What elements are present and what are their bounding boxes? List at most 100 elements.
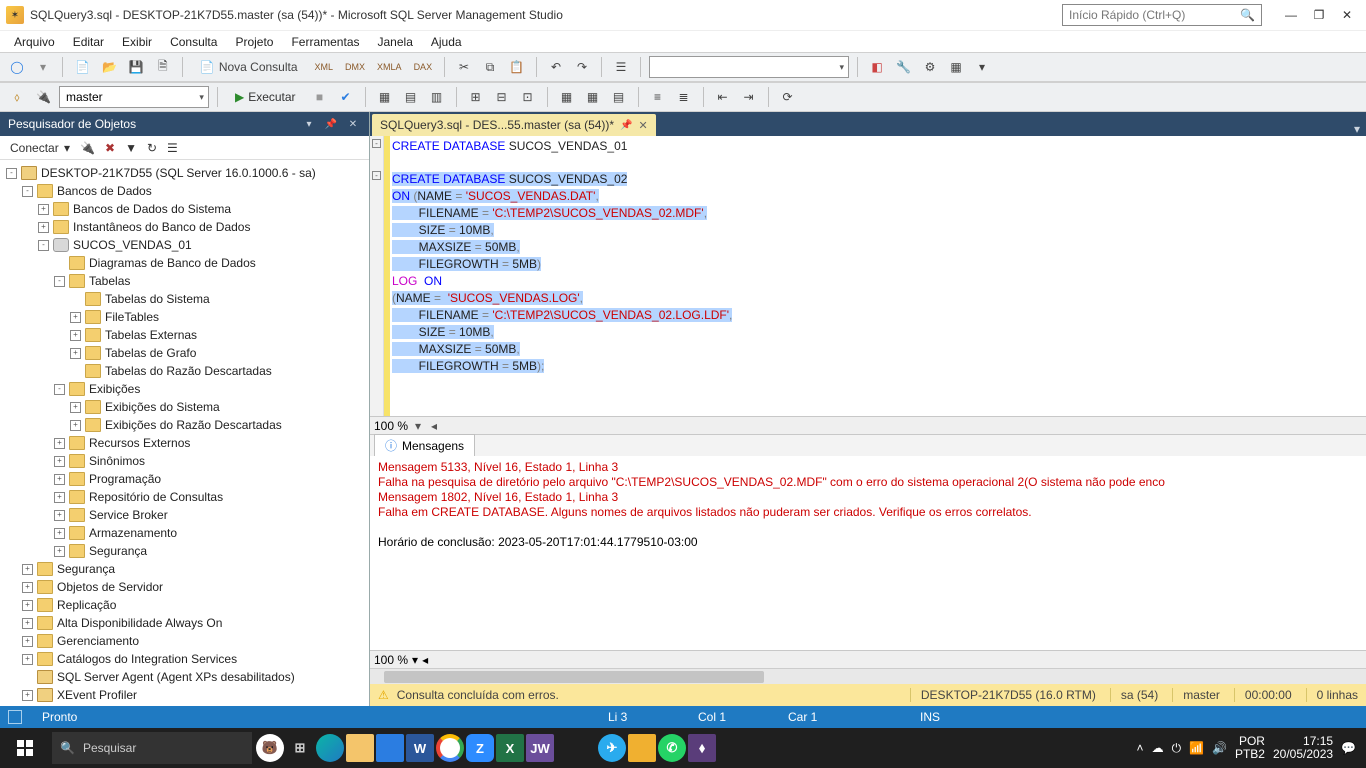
expand-icon[interactable]: -	[22, 186, 33, 197]
change-connection-icon[interactable]: 🔌	[32, 86, 55, 108]
tab-left-icon[interactable]: ⇤	[712, 86, 734, 108]
save-all-icon[interactable]: 🗎	[152, 56, 174, 78]
panel-close-icon[interactable]: ✕	[345, 119, 361, 130]
results-grid-icon[interactable]: ⊞	[465, 86, 487, 108]
chrome-icon[interactable]	[436, 734, 464, 762]
expand-icon[interactable]: +	[54, 528, 65, 539]
expand-icon[interactable]: +	[54, 438, 65, 449]
messages-tab[interactable]: ⓘ Mensagens	[374, 434, 475, 456]
excel-icon[interactable]: X	[496, 734, 524, 762]
tree-node[interactable]: +Replicação	[2, 596, 367, 614]
restore-button[interactable]: ❐	[1306, 4, 1332, 26]
expand-icon[interactable]: +	[22, 564, 33, 575]
expand-icon[interactable]: +	[38, 222, 49, 233]
expand-icon[interactable]: +	[54, 492, 65, 503]
tree-node[interactable]: +Tabelas de Grafo	[2, 344, 367, 362]
expand-icon[interactable]: -	[38, 240, 49, 251]
expand-icon[interactable]: -	[54, 384, 65, 395]
stats-icon[interactable]: ▥	[426, 86, 448, 108]
ext1-icon[interactable]: ◧	[866, 56, 888, 78]
tree-node[interactable]: +FileTables	[2, 308, 367, 326]
tree-node[interactable]: +Armazenamento	[2, 524, 367, 542]
code-editor[interactable]: - - CREATE DATABASE SUCOS_VENDAS_01 CREA…	[370, 136, 1366, 416]
results-text-icon[interactable]: ⊟	[491, 86, 513, 108]
collapse-icon[interactable]: -	[372, 171, 381, 180]
tree-node[interactable]: +Segurança	[2, 560, 367, 578]
expand-icon[interactable]: +	[54, 456, 65, 467]
collapse-icon[interactable]: -	[372, 139, 381, 148]
open-file-icon[interactable]: 📂	[98, 56, 121, 78]
expand-icon[interactable]: +	[70, 420, 81, 431]
redo-icon[interactable]: ↷	[571, 56, 593, 78]
cortana-icon[interactable]: 🐻	[256, 734, 284, 762]
new-query-button[interactable]: 📄 Nova Consulta	[191, 56, 307, 78]
messages-panel[interactable]: Mensagem 5133, Nível 16, Estado 1, Linha…	[370, 456, 1366, 650]
quick-launch-input[interactable]: Início Rápido (Ctrl+Q) 🔍	[1062, 4, 1262, 26]
expand-icon[interactable]: +	[22, 582, 33, 593]
menu-ajuda[interactable]: Ajuda	[423, 33, 470, 51]
query-type4-icon[interactable]: DAX	[410, 56, 437, 78]
connect-icon[interactable]: ⬨	[6, 86, 28, 108]
expand-icon[interactable]: +	[70, 330, 81, 341]
tree-node[interactable]: +Programação	[2, 470, 367, 488]
database-combo[interactable]: master	[59, 86, 209, 108]
expand-icon[interactable]: +	[22, 690, 33, 701]
stop-icon[interactable]: ✖	[103, 141, 117, 155]
tree-node[interactable]: +Service Broker	[2, 506, 367, 524]
filter-icon[interactable]: ▼	[123, 141, 139, 155]
start-button[interactable]	[2, 728, 48, 768]
refresh-icon[interactable]: ⟳	[777, 86, 799, 108]
expand-icon[interactable]: +	[22, 636, 33, 647]
tree-node[interactable]: -Tabelas	[2, 272, 367, 290]
copy-icon[interactable]: ⧉	[479, 56, 501, 78]
word-icon[interactable]: W	[406, 734, 434, 762]
results-file-icon[interactable]: ⊡	[517, 86, 539, 108]
execute-button[interactable]: ▶ Executar	[226, 86, 305, 108]
menu-janela[interactable]: Janela	[370, 33, 421, 51]
expand-icon[interactable]: +	[22, 654, 33, 665]
scroll-left-icon[interactable]: ◂	[422, 653, 428, 667]
telegram-icon[interactable]: ✈	[598, 734, 626, 762]
undo-icon[interactable]: ↶	[545, 56, 567, 78]
tree-node[interactable]: +Instantâneos do Banco de Dados	[2, 218, 367, 236]
zoom-dropdown-icon[interactable]: ▾	[412, 419, 424, 433]
ext5-icon[interactable]: ▾	[971, 56, 993, 78]
close-tab-icon[interactable]: ✕	[639, 119, 648, 132]
onedrive-icon[interactable]: ☁	[1152, 741, 1164, 755]
menu-projeto[interactable]: Projeto	[227, 33, 281, 51]
messages-scrollbar[interactable]	[370, 668, 1366, 684]
ext3-icon[interactable]: ⚙	[919, 56, 941, 78]
expand-icon[interactable]: +	[70, 402, 81, 413]
tray-up-icon[interactable]: ˄	[1137, 741, 1144, 755]
dropdown-icon[interactable]: ▾	[301, 119, 317, 130]
expand-icon[interactable]: +	[22, 600, 33, 611]
app1-icon[interactable]	[628, 734, 656, 762]
menu-ferramentas[interactable]: Ferramentas	[283, 33, 367, 51]
save-icon[interactable]: 💾	[125, 56, 148, 78]
expand-icon[interactable]: -	[54, 276, 65, 287]
power-icon[interactable]: ⏻	[1172, 741, 1182, 756]
tab-right-icon[interactable]: ⇥	[738, 86, 760, 108]
query-type-icon[interactable]: XML	[311, 56, 338, 78]
ext2-icon[interactable]: 🔧	[892, 56, 915, 78]
menu-exibir[interactable]: Exibir	[114, 33, 160, 51]
plan-icon[interactable]: ▦	[374, 86, 396, 108]
include-plan-icon[interactable]: ▤	[400, 86, 422, 108]
expand-icon[interactable]: +	[54, 546, 65, 557]
tree-node[interactable]: +Recursos Externos	[2, 434, 367, 452]
volume-icon[interactable]: 🔊	[1212, 741, 1227, 755]
zoom-value-2[interactable]: 100 %	[374, 653, 408, 667]
new-file-icon[interactable]: 📄	[71, 56, 94, 78]
expand-icon[interactable]: +	[70, 312, 81, 323]
menu-editar[interactable]: Editar	[65, 33, 112, 51]
edge-icon[interactable]	[316, 734, 344, 762]
pin-icon[interactable]: 📌	[323, 119, 339, 130]
jw-icon[interactable]: JW	[526, 734, 554, 762]
zoom-icon[interactable]: Z	[466, 734, 494, 762]
store-icon[interactable]	[376, 734, 404, 762]
tree-node[interactable]: +Tabelas Externas	[2, 326, 367, 344]
whatsapp-icon[interactable]: ✆	[658, 734, 686, 762]
indent-icon[interactable]: ▤	[608, 86, 630, 108]
tree-node[interactable]: +Exibições do Razão Descartadas	[2, 416, 367, 434]
tabs-overflow-icon[interactable]: ▾	[1348, 122, 1366, 136]
